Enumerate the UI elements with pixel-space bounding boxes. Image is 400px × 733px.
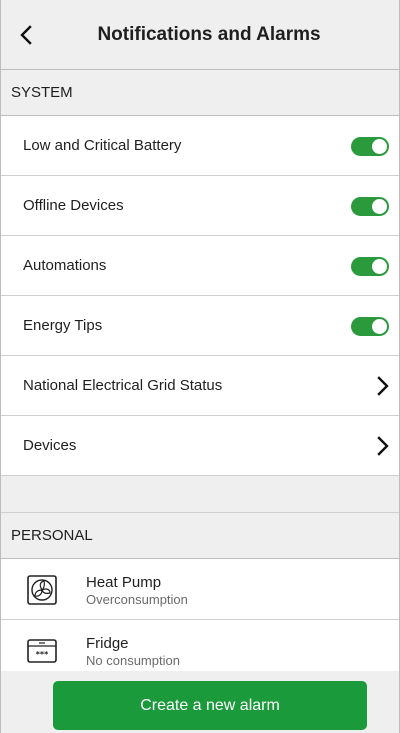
section-spacer bbox=[1, 476, 399, 513]
chevron-right-icon bbox=[377, 436, 389, 456]
nav-label: National Electrical Grid Status bbox=[23, 377, 223, 394]
automations-toggle[interactable] bbox=[351, 257, 389, 276]
alarm-device-name: Heat Pump bbox=[86, 574, 162, 591]
toggle-knob bbox=[372, 319, 387, 334]
create-alarm-button[interactable]: Create a new alarm bbox=[53, 681, 367, 730]
notifications-screen: Notifications and Alarms SYSTEM Low and … bbox=[0, 0, 400, 733]
app-header: Notifications and Alarms bbox=[1, 0, 399, 70]
nav-row-devices[interactable]: Devices bbox=[1, 416, 399, 476]
alarm-row-heat-pump[interactable]: Heat Pump Overconsumption bbox=[1, 559, 399, 620]
setting-row-offline-devices: Offline Devices bbox=[1, 176, 399, 236]
section-header-system: SYSTEM bbox=[1, 70, 399, 116]
setting-row-low-battery: Low and Critical Battery bbox=[1, 116, 399, 176]
setting-row-energy-tips: Energy Tips bbox=[1, 296, 399, 356]
setting-label: Offline Devices bbox=[23, 197, 124, 214]
toggle-knob bbox=[372, 199, 387, 214]
toggle-knob bbox=[372, 259, 387, 274]
alarm-condition: Overconsumption bbox=[86, 592, 188, 607]
nav-row-grid-status[interactable]: National Electrical Grid Status bbox=[1, 356, 399, 416]
svg-text:***: *** bbox=[36, 650, 49, 659]
setting-row-automations: Automations bbox=[1, 236, 399, 296]
alarm-device-name: Fridge bbox=[86, 635, 129, 652]
energy-tips-toggle[interactable] bbox=[351, 317, 389, 336]
fridge-icon: *** bbox=[27, 639, 57, 663]
low-battery-toggle[interactable] bbox=[351, 137, 389, 156]
footer-bar: Create a new alarm bbox=[1, 671, 399, 733]
setting-label: Energy Tips bbox=[23, 317, 103, 334]
offline-devices-toggle[interactable] bbox=[351, 197, 389, 216]
section-header-personal: PERSONAL bbox=[1, 513, 399, 559]
setting-label: Low and Critical Battery bbox=[23, 137, 182, 154]
toggle-knob bbox=[372, 139, 387, 154]
setting-label: Automations bbox=[23, 257, 107, 274]
alarm-condition: No consumption bbox=[86, 653, 180, 668]
page-title: Notifications and Alarms bbox=[97, 24, 321, 45]
chevron-right-icon bbox=[377, 376, 389, 396]
heat-pump-icon bbox=[27, 575, 57, 605]
nav-label: Devices bbox=[23, 437, 77, 454]
